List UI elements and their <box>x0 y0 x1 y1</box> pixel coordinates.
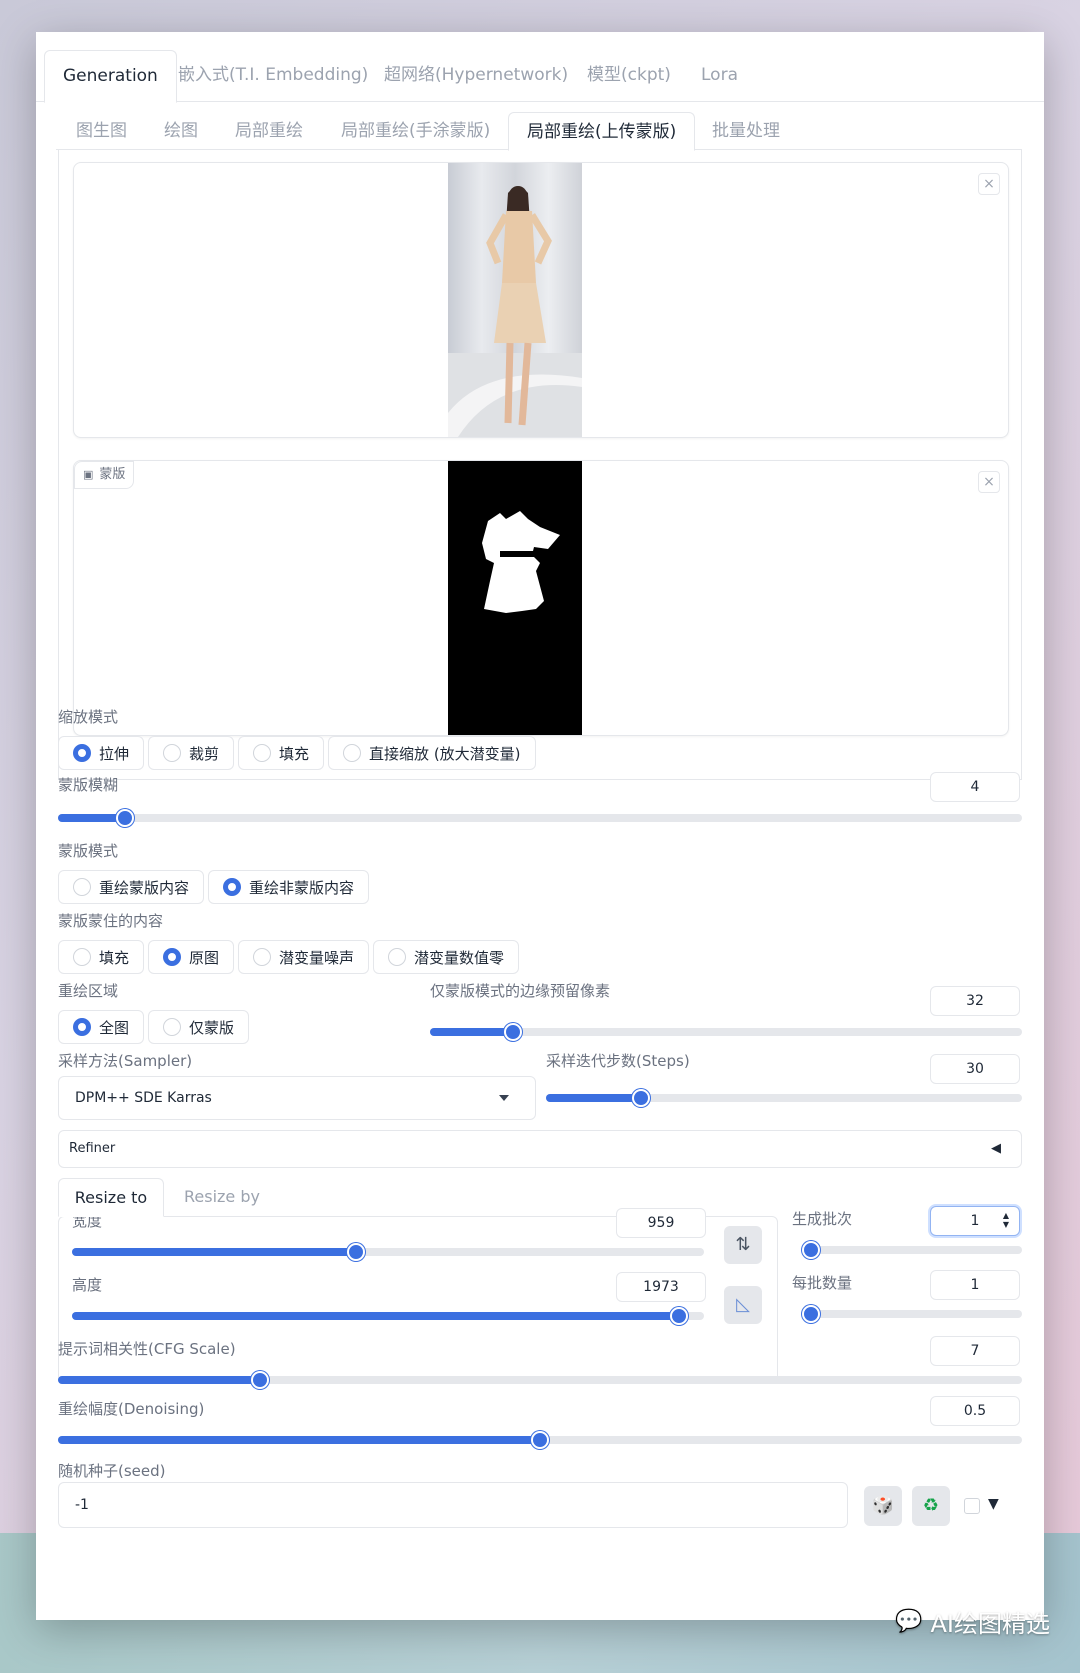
clear-mask-button[interactable]: × <box>978 471 1000 493</box>
tab-inpaint[interactable]: 局部重绘 <box>235 112 303 150</box>
mask-mode-group: 重绘蒙版内容 重绘非蒙版内容 <box>58 870 370 904</box>
extra-seed-checkbox[interactable] <box>964 1498 980 1514</box>
source-image-box[interactable]: × <box>73 162 1009 438</box>
height-slider[interactable] <box>72 1307 704 1325</box>
source-photo <box>448 163 582 437</box>
batch-count-input[interactable]: 1 ▲ ▼ <box>930 1206 1020 1236</box>
dice-icon[interactable]: 🎲 <box>864 1486 902 1526</box>
sampler-label: 采样方法(Sampler) <box>58 1052 193 1070</box>
main-tabbar: Generation 嵌入式(T.I. Embedding) 超网络(Hyper… <box>36 32 1044 103</box>
cfg-label: 提示词相关性(CFG Scale) <box>58 1340 236 1358</box>
seed-label: 随机种子(seed) <box>58 1462 166 1480</box>
width-slider[interactable] <box>72 1243 704 1261</box>
refiner-accordion[interactable]: Refiner ◀ <box>58 1130 1022 1168</box>
chevron-down-icon <box>499 1095 509 1101</box>
radio-resize-latent[interactable]: 直接缩放 (放大潜变量) <box>328 736 536 770</box>
inpaint-area-group: 全图 仅蒙版 <box>58 1010 250 1044</box>
denoise-slider[interactable] <box>58 1431 1022 1449</box>
resize-mode-group: 拉伸 裁剪 填充 直接缩放 (放大潜变量) <box>58 736 536 770</box>
swap-dimensions-icon[interactable]: ⇅ <box>724 1226 762 1264</box>
radio-content-latent-noise[interactable]: 潜变量噪声 <box>238 940 370 974</box>
tab-model[interactable]: 模型(ckpt) <box>587 50 671 102</box>
padding-slider[interactable] <box>430 1023 1022 1041</box>
radio-content-latent-nothing[interactable]: 潜变量数值零 <box>373 940 520 974</box>
resize-mode-label: 缩放模式 <box>58 708 119 726</box>
clear-source-button[interactable]: × <box>978 173 1000 195</box>
batch-size-label: 每批数量 <box>792 1274 853 1292</box>
batch-size-input[interactable]: 1 <box>930 1270 1020 1300</box>
tab-resize-to[interactable]: Resize to <box>58 1178 164 1217</box>
tab-embedding[interactable]: 嵌入式(T.I. Embedding) <box>178 50 368 102</box>
cfg-slider[interactable] <box>58 1371 1022 1389</box>
denoise-input[interactable]: 0.5 <box>930 1396 1020 1426</box>
cfg-input[interactable]: 7 <box>930 1336 1020 1366</box>
watermark: 💬 AI绘图精选 <box>895 1609 1050 1638</box>
collapse-arrow-icon: ◀ <box>991 1141 1001 1156</box>
image-icon: ▣ <box>83 468 94 481</box>
radio-inpaint-not-masked[interactable]: 重绘非蒙版内容 <box>208 870 370 904</box>
tab-generation[interactable]: Generation <box>44 50 177 103</box>
radio-area-whole[interactable]: 全图 <box>58 1010 145 1044</box>
batch-count-label: 生成批次 <box>792 1210 853 1228</box>
caret-down-icon[interactable]: ▼ <box>988 1496 999 1512</box>
tab-lora[interactable]: Lora <box>701 50 738 102</box>
tab-hypernetwork[interactable]: 超网络(Hypernetwork) <box>384 50 568 102</box>
image-upload-area: × ▣ 蒙版 × <box>58 150 1022 780</box>
padding-input[interactable]: 32 <box>930 986 1020 1016</box>
mask-image-box[interactable]: ▣ 蒙版 × <box>73 460 1009 736</box>
batch-count-slider[interactable] <box>802 1241 1022 1259</box>
inpaint-area-label: 重绘区域 <box>58 982 119 1000</box>
mask-blur-label: 蒙版模糊 <box>58 776 119 794</box>
steps-label: 采样迭代步数(Steps) <box>546 1052 690 1070</box>
tab-img2img[interactable]: 图生图 <box>76 112 127 150</box>
tab-inpaint-upload[interactable]: 局部重绘(上传蒙版) <box>508 112 696 151</box>
seed-input[interactable]: -1 <box>58 1482 848 1528</box>
radio-resize-crop[interactable]: 裁剪 <box>148 736 235 770</box>
radio-area-mask-only[interactable]: 仅蒙版 <box>148 1010 250 1044</box>
radio-content-fill[interactable]: 填充 <box>58 940 145 974</box>
tab-inpaint-sketch[interactable]: 局部重绘(手涂蒙版) <box>341 112 490 150</box>
sub-tabbar: 图生图 绘图 局部重绘 局部重绘(手涂蒙版) 局部重绘(上传蒙版) 批量处理 <box>56 112 1022 151</box>
mask-blur-slider[interactable] <box>58 809 1022 827</box>
masked-content-group: 填充 原图 潜变量噪声 潜变量数值零 <box>58 940 520 974</box>
radio-resize-fill[interactable]: 填充 <box>238 736 325 770</box>
batch-size-slider[interactable] <box>802 1305 1022 1323</box>
mask-photo <box>448 461 582 735</box>
tab-sketch[interactable]: 绘图 <box>164 112 198 150</box>
radio-inpaint-masked[interactable]: 重绘蒙版内容 <box>58 870 205 904</box>
recycle-icon[interactable]: ♻ <box>912 1486 950 1526</box>
denoise-label: 重绘幅度(Denoising) <box>58 1400 205 1418</box>
radio-resize-stretch[interactable]: 拉伸 <box>58 736 145 770</box>
tab-batch[interactable]: 批量处理 <box>712 112 780 150</box>
width-input[interactable]: 959 <box>616 1208 706 1238</box>
mask-blur-input[interactable]: 4 <box>930 772 1020 802</box>
height-input[interactable]: 1973 <box>616 1272 706 1302</box>
padding-label: 仅蒙版模式的边缘预留像素 <box>430 982 611 1000</box>
spinner-icon[interactable]: ▲ ▼ <box>1003 1211 1009 1229</box>
steps-slider[interactable] <box>546 1089 1022 1107</box>
masked-content-label: 蒙版蒙住的内容 <box>58 912 164 930</box>
sampler-select[interactable]: DPM++ SDE Karras <box>58 1076 536 1120</box>
webui-window: Generation 嵌入式(T.I. Embedding) 超网络(Hyper… <box>36 32 1044 1620</box>
aspect-ratio-icon[interactable]: ◺ <box>724 1286 762 1324</box>
mask-mode-label: 蒙版模式 <box>58 842 119 860</box>
tab-resize-by[interactable]: Resize by <box>184 1178 260 1216</box>
steps-input[interactable]: 30 <box>930 1054 1020 1084</box>
wechat-icon: 💬 <box>895 1609 923 1634</box>
height-label: 高度 <box>72 1276 103 1294</box>
radio-content-original[interactable]: 原图 <box>148 940 235 974</box>
mask-label: ▣ 蒙版 <box>74 461 135 489</box>
